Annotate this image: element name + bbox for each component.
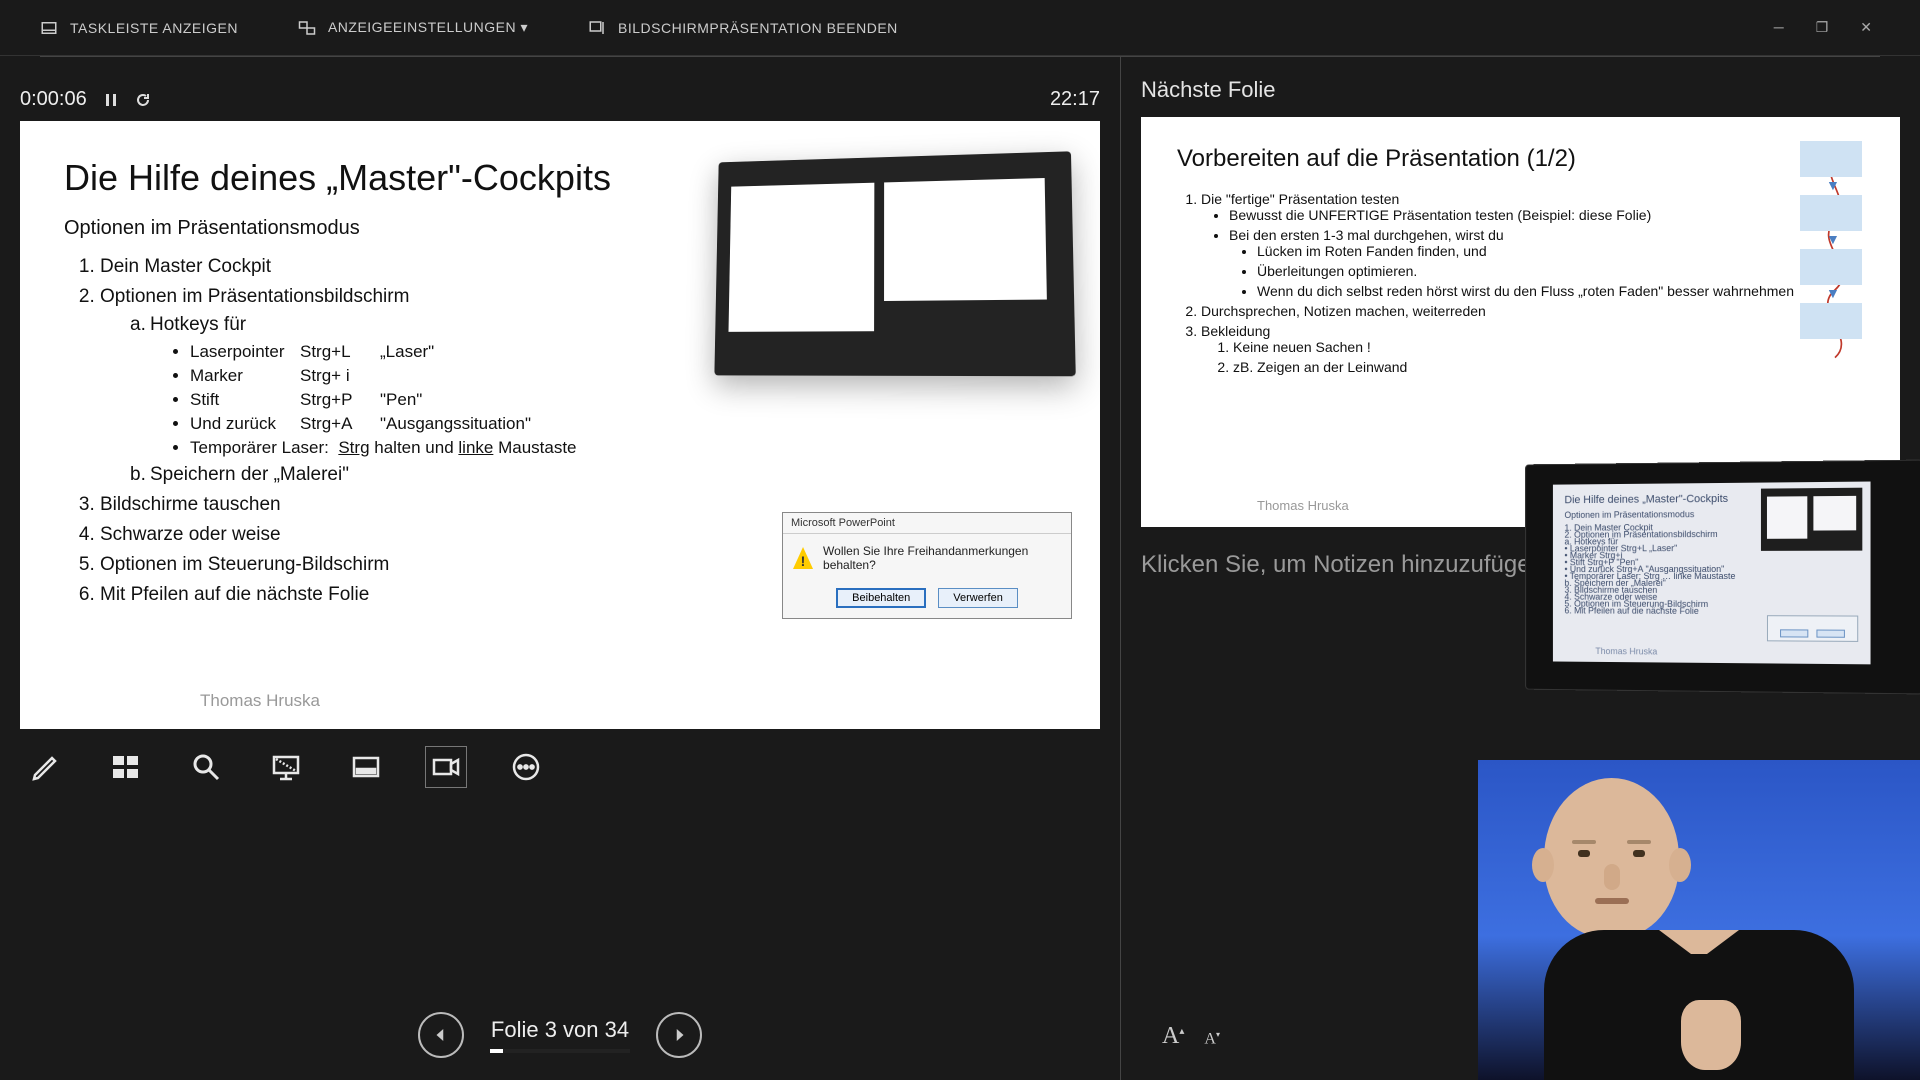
flow-diagram: ▼ ▼ ▼ xyxy=(1800,141,1870,357)
pause-button[interactable] xyxy=(103,91,119,107)
powerpoint-dialog: Microsoft PowerPoint ! Wollen Sie Ihre F… xyxy=(782,512,1072,619)
pen-tool[interactable] xyxy=(26,747,66,787)
display-icon xyxy=(298,19,316,37)
end-slideshow-label: BILDSCHIRMPRÄSENTATION BEENDEN xyxy=(618,20,898,36)
slide-counter: Folie 3 von 34 xyxy=(490,1017,630,1043)
hotkey-temp-laser: Temporärer Laser: Strg halten und linke … xyxy=(190,438,1056,458)
slide-navigation: Folie 3 von 34 xyxy=(0,1012,1120,1058)
restart-button[interactable] xyxy=(135,91,151,107)
dialog-message: Wollen Sie Ihre Freihandanmerkungen beha… xyxy=(823,544,1061,572)
webcam-feed[interactable] xyxy=(1478,760,1920,1080)
clock-time: 22:17 xyxy=(1050,88,1100,111)
slide-progress xyxy=(490,1049,630,1053)
warning-icon: ! xyxy=(793,547,813,569)
dialog-discard-button[interactable]: Verwerfen xyxy=(938,588,1018,608)
timer-row: 0:00:06 22:17 xyxy=(20,77,1100,121)
subtitle-tool[interactable] xyxy=(346,747,386,787)
camera-tool[interactable] xyxy=(426,747,466,787)
notes-font-controls: A▴ A▾ xyxy=(1162,1023,1220,1050)
current-slide[interactable]: Die Hilfe deines „Master"-Cockpits Optio… xyxy=(20,121,1100,729)
exit-icon xyxy=(588,19,606,37)
more-tools[interactable] xyxy=(506,747,546,787)
slide-reflection-thumbnail: Die Hilfe deines „Master"-Cockpits Optio… xyxy=(1525,460,1920,695)
increase-font-button[interactable]: A▴ xyxy=(1162,1023,1184,1050)
dialog-keep-button[interactable]: Beibehalten xyxy=(836,588,926,608)
elapsed-time: 0:00:06 xyxy=(20,88,87,111)
next-slide-button[interactable] xyxy=(656,1012,702,1058)
next-slide-heading: Nächste Folie xyxy=(1141,77,1900,103)
black-screen-tool[interactable] xyxy=(266,747,306,787)
minimize-button[interactable]: ─ xyxy=(1774,19,1784,36)
close-button[interactable]: ✕ xyxy=(1860,19,1872,36)
show-taskbar-label: TASKLEISTE ANZEIGEN xyxy=(70,20,238,36)
embedded-screenshot xyxy=(710,155,1070,375)
taskbar-icon xyxy=(40,19,58,37)
zoom-tool[interactable] xyxy=(186,747,226,787)
see-all-slides-tool[interactable] xyxy=(106,747,146,787)
end-slideshow-button[interactable]: BILDSCHIRMPRÄSENTATION BEENDEN xyxy=(588,19,898,37)
display-settings-button[interactable]: ANZEIGEEINSTELLUNGEN ▾ xyxy=(298,19,528,37)
slide-author: Thomas Hruska xyxy=(200,691,320,711)
window-controls: ─ ❐ ✕ xyxy=(1774,19,1880,36)
decrease-font-button[interactable]: A▾ xyxy=(1204,1030,1220,1048)
dialog-title: Microsoft PowerPoint xyxy=(783,513,1071,534)
next-slide-title: Vorbereiten auf die Präsentation (1/2) xyxy=(1177,145,1864,173)
prev-slide-button[interactable] xyxy=(418,1012,464,1058)
display-settings-label: ANZEIGEEINSTELLUNGEN ▾ xyxy=(328,19,528,36)
show-taskbar-button[interactable]: TASKLEISTE ANZEIGEN xyxy=(40,19,238,37)
top-toolbar: TASKLEISTE ANZEIGEN ANZEIGEEINSTELLUNGEN… xyxy=(0,0,1920,56)
next-slide-author: Thomas Hruska xyxy=(1257,498,1349,513)
maximize-button[interactable]: ❐ xyxy=(1816,19,1829,36)
presenter-tools xyxy=(20,729,1100,805)
